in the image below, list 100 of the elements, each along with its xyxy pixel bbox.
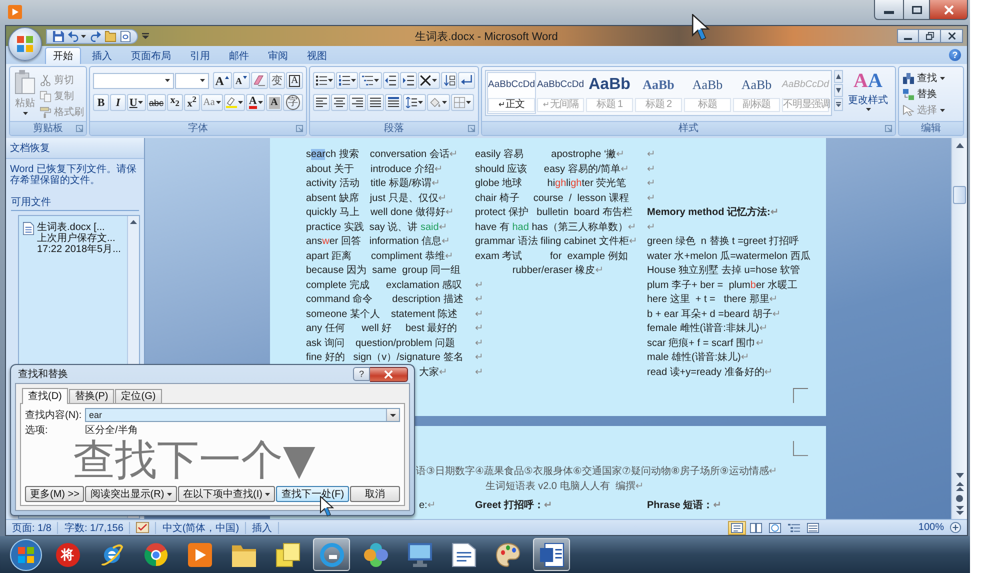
dialog-tab[interactable]: 查找(D) (22, 388, 68, 404)
bold-button[interactable]: B (93, 94, 109, 111)
align-left-button[interactable] (313, 94, 330, 111)
view-button[interactable] (728, 520, 746, 534)
file-name[interactable]: 生词表.docx [... (37, 222, 121, 233)
close-button[interactable] (370, 366, 408, 382)
taskbar-button[interactable] (533, 538, 570, 571)
show-marks-button[interactable] (458, 72, 475, 89)
grow-font-button[interactable]: A (212, 72, 232, 89)
dialog-tab[interactable]: 定位(G) (115, 389, 162, 403)
line-spacing-button[interactable] (403, 94, 426, 111)
insert-mode[interactable]: 插入 (252, 520, 272, 534)
start-orb-icon[interactable] (10, 538, 42, 570)
taskbar-button[interactable]: 将 (49, 538, 86, 571)
font-color-button[interactable]: A (246, 94, 266, 111)
style-item[interactable]: AaBbCcDd ↵无间隔 (536, 72, 585, 114)
shrink-font-button[interactable]: A (232, 72, 250, 89)
scroll-down-icon[interactable] (956, 473, 964, 478)
superscript-button[interactable]: x$^{2}$ (184, 94, 200, 111)
minimize-button[interactable] (874, 0, 904, 20)
language-indicator[interactable]: 中文(简体，中国) (162, 520, 240, 534)
find-button[interactable]: 查找 (903, 71, 959, 85)
page-count[interactable]: 页面: 1/8 (12, 520, 52, 534)
zoom-in-icon[interactable] (950, 522, 961, 533)
expand-icon[interactable] (834, 98, 843, 111)
ribbon-tab[interactable]: 引用 (182, 47, 218, 64)
ribbon-tab[interactable]: 插入 (84, 47, 120, 64)
dialog-button[interactable]: 取消 (350, 486, 400, 502)
bullets-button[interactable] (313, 72, 336, 89)
strikethrough-button[interactable]: abc (146, 94, 166, 111)
scroll-up-icon[interactable] (956, 143, 964, 148)
center-button[interactable] (331, 94, 348, 111)
sort-button[interactable] (440, 72, 458, 89)
clear-formatting-button[interactable] (250, 72, 268, 89)
dropdown-icon[interactable] (142, 33, 149, 39)
change-styles-button[interactable]: AA 更改样式 (845, 70, 891, 111)
justify-button[interactable] (367, 94, 384, 111)
highlight-button[interactable] (224, 94, 246, 111)
close-button[interactable] (941, 29, 963, 43)
document-line: absent 缺席 just 只是、仅仅↵ (306, 192, 447, 204)
caret-icon[interactable] (81, 34, 86, 38)
numbering-button[interactable] (336, 72, 358, 89)
find-field[interactable]: ear (85, 408, 400, 422)
font-size-field[interactable] (175, 72, 208, 88)
borders-button[interactable] (451, 94, 474, 111)
ribbon-tab[interactable]: 审阅 (260, 47, 296, 64)
dialog-button[interactable]: 阅读突出显示(R) (85, 486, 178, 502)
asian-layout-button[interactable] (418, 72, 440, 89)
double-down-arrow-icon[interactable] (956, 506, 964, 515)
help-button[interactable]: ? (353, 367, 370, 381)
zoom-level[interactable]: 100% (918, 522, 944, 533)
group-label: 段落 (384, 122, 404, 134)
align-right-button[interactable] (349, 94, 366, 111)
character-border-button[interactable]: A (286, 72, 304, 89)
style-item[interactable]: AaBb 标题 (683, 72, 732, 114)
subscript-button[interactable]: x$_{2}$ (166, 94, 183, 111)
maximize-button[interactable] (904, 0, 930, 20)
dropdown-button[interactable] (386, 409, 399, 421)
multilevel-list-button[interactable] (359, 72, 382, 89)
style-item[interactable]: AaBb 标题 2 (634, 72, 683, 114)
decrease-indent-button[interactable] (382, 72, 400, 89)
distribute-button[interactable] (385, 94, 402, 111)
style-item[interactable]: AaBb 副标题 (732, 72, 781, 114)
ribbon-tab[interactable]: 开始 (45, 47, 81, 64)
scroll-thumb[interactable] (953, 186, 966, 204)
scroll-down-icon[interactable] (834, 84, 843, 97)
phonetic-guide-button[interactable]: 变 (268, 72, 286, 89)
scroll-up-icon[interactable] (130, 220, 137, 224)
style-item[interactable]: AaBb 标题 1 (585, 72, 634, 114)
document-line: have 有 had has（第三人称单数）↵ (475, 222, 636, 232)
undo-icon[interactable] (68, 30, 79, 42)
increase-indent-button[interactable] (400, 72, 417, 89)
word-count[interactable]: 字数: 1/7,156 (64, 520, 124, 534)
ribbon-tab[interactable]: 页面布局 (123, 47, 179, 64)
spell-check-icon[interactable] (136, 522, 150, 533)
save-icon[interactable] (53, 30, 64, 42)
folder-icon[interactable] (105, 30, 116, 42)
ribbon-tab[interactable]: 视图 (299, 47, 335, 64)
double-up-arrow-icon[interactable] (956, 482, 964, 491)
style-item[interactable]: AaBbCcDd ↵正文 (487, 72, 536, 114)
underline-button[interactable]: U (127, 94, 146, 111)
taskbar-button[interactable] (313, 538, 350, 571)
font-name-field[interactable] (93, 72, 174, 88)
dialog-tab[interactable]: 替换(P) (68, 389, 114, 403)
dialog-button[interactable]: 在以下项中查找(I) (178, 486, 276, 502)
change-case-button[interactable]: Aa (200, 94, 223, 111)
dialog-button[interactable]: 查找下一处(F) (276, 486, 350, 502)
scroll-up-icon[interactable] (834, 70, 843, 83)
ribbon-tab[interactable]: 邮件 (221, 47, 257, 64)
character-shading-button[interactable]: A (266, 94, 282, 111)
italic-button[interactable]: I (110, 94, 126, 111)
replace-button[interactable]: 替换 (903, 87, 959, 101)
restore-button[interactable] (919, 29, 941, 43)
document-line: practice 实践 say 说、讲 said↵ (306, 222, 448, 232)
dialog-button[interactable]: 更多(M) >> (25, 486, 84, 502)
enclose-character-button[interactable]: 字 (283, 94, 303, 111)
close-button[interactable] (930, 0, 968, 20)
print-preview-icon[interactable] (120, 30, 131, 42)
redo-icon[interactable] (90, 30, 101, 42)
minimize-button[interactable] (897, 29, 919, 43)
